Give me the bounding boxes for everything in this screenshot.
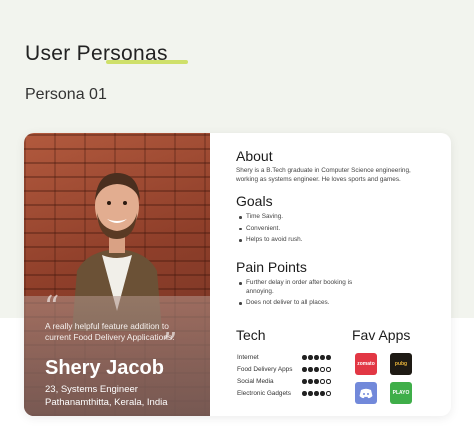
zomato-icon: zomato — [355, 353, 377, 375]
rating-dot-empty — [320, 367, 325, 372]
tech-label: Social Media — [237, 378, 274, 385]
rating-dots — [302, 355, 331, 360]
rating-dot-empty — [326, 391, 331, 396]
playo-icon: PLAYO — [390, 382, 412, 404]
rating-dot-filled — [308, 355, 313, 360]
persona-name: Shery Jacob — [45, 357, 164, 379]
rating-dot-filled — [314, 367, 319, 372]
rating-dot-filled — [308, 379, 313, 384]
tech-heading: Tech — [236, 327, 266, 343]
pubg-icon: pubg — [390, 353, 412, 375]
rating-dot-empty — [326, 367, 331, 372]
page-title: User Personas — [25, 42, 168, 65]
rating-dot-empty — [326, 379, 331, 384]
about-text: Shery is a B.Tech graduate in Computer S… — [236, 167, 411, 183]
rating-dot-empty — [320, 379, 325, 384]
list-item: Time Saving. — [239, 213, 369, 222]
pain-points-heading: Pain Points — [236, 259, 307, 275]
rating-dot-filled — [302, 391, 307, 396]
rating-dot-filled — [308, 391, 313, 396]
pain-points-list: Further delay in order after booking is … — [239, 279, 364, 311]
tech-row: Food Delivery Apps — [237, 366, 332, 376]
persona-photo: “ A really helpful feature addition to c… — [24, 133, 210, 416]
rating-dot-filled — [314, 379, 319, 384]
fav-apps-heading: Fav Apps — [352, 327, 411, 343]
list-item: Convenient. — [239, 225, 369, 234]
rating-dot-filled — [320, 355, 325, 360]
tech-row: Internet — [237, 354, 332, 364]
about-heading: About — [236, 148, 273, 164]
persona-location: Pathanamthitta, Kerala, India — [45, 397, 168, 408]
rating-dot-filled — [302, 379, 307, 384]
goals-list: Time Saving. Convenient. Helps to avoid … — [239, 213, 369, 248]
rating-dots — [302, 379, 331, 384]
rating-dot-filled — [302, 355, 307, 360]
persona-age-role: 23, Systems Engineer — [45, 384, 138, 395]
open-quote-icon: “ — [44, 290, 60, 325]
rating-dots — [302, 391, 331, 396]
rating-dot-filled — [320, 391, 325, 396]
tech-label: Electronic Gadgets — [237, 390, 291, 397]
rating-dot-filled — [314, 391, 319, 396]
discord-icon — [355, 382, 377, 404]
rating-dot-filled — [326, 355, 331, 360]
discord-logo — [359, 388, 373, 398]
tech-label: Internet — [237, 354, 259, 361]
close-quote-icon: ” — [162, 327, 178, 362]
rating-dot-filled — [308, 367, 313, 372]
list-item: Helps to avoid rush. — [239, 236, 369, 245]
rating-dot-filled — [314, 355, 319, 360]
persona-number: Persona 01 — [25, 86, 107, 103]
list-item: Does not deliver to all places. — [239, 299, 364, 308]
list-item: Further delay in order after booking is … — [239, 279, 364, 296]
tech-label: Food Delivery Apps — [237, 366, 293, 373]
tech-row: Social Media — [237, 378, 332, 388]
tech-row: Electronic Gadgets — [237, 390, 332, 400]
goals-heading: Goals — [236, 193, 273, 209]
rating-dot-filled — [302, 367, 307, 372]
rating-dots — [302, 367, 331, 372]
